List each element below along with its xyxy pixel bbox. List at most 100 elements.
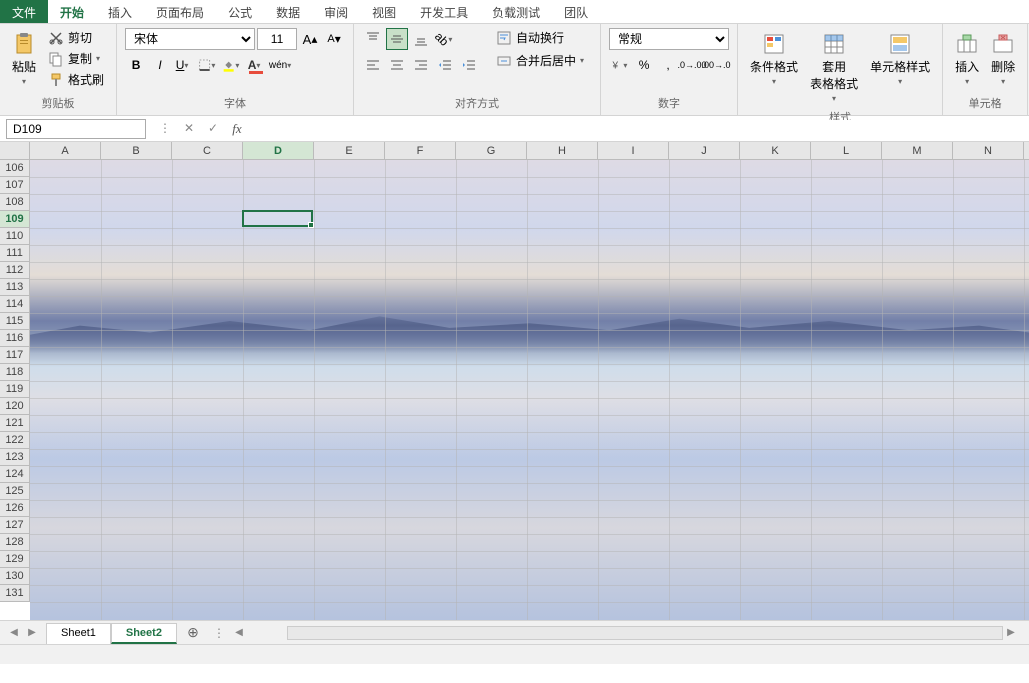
align-left-button[interactable] — [362, 54, 384, 76]
row-header-118[interactable]: 118 — [0, 364, 29, 381]
tab-view[interactable]: 视图 — [360, 0, 408, 23]
col-header-F[interactable]: F — [385, 142, 456, 159]
table-format-button[interactable]: 套用 表格格式▾ — [806, 28, 862, 107]
row-header-112[interactable]: 112 — [0, 262, 29, 279]
orientation-button[interactable]: ab▾ — [434, 28, 456, 50]
col-header-J[interactable]: J — [669, 142, 740, 159]
row-header-115[interactable]: 115 — [0, 313, 29, 330]
row-header-129[interactable]: 129 — [0, 551, 29, 568]
dropdown-icon[interactable]: ⋮ — [156, 121, 174, 137]
col-header-L[interactable]: L — [811, 142, 882, 159]
row-header-130[interactable]: 130 — [0, 568, 29, 585]
conditional-format-button[interactable]: 条件格式▾ — [746, 28, 802, 90]
format-painter-button[interactable]: 格式刷 — [44, 70, 108, 89]
copy-button[interactable]: 复制▾ — [44, 49, 108, 68]
tab-dev[interactable]: 开发工具 — [408, 0, 480, 23]
decrease-font-button[interactable]: A▾ — [323, 28, 345, 50]
col-header-I[interactable]: I — [598, 142, 669, 159]
col-header-M[interactable]: M — [882, 142, 953, 159]
comma-button[interactable]: , — [657, 54, 679, 76]
decrease-indent-button[interactable] — [434, 54, 456, 76]
spreadsheet-grid[interactable]: ABCDEFGHIJKLMN 1061071081091101111121131… — [0, 142, 1029, 620]
border-button[interactable]: ▾ — [197, 54, 219, 76]
tab-review[interactable]: 审阅 — [312, 0, 360, 23]
row-header-126[interactable]: 126 — [0, 500, 29, 517]
increase-decimal-button[interactable]: .0→.00 — [681, 54, 703, 76]
align-bottom-button[interactable] — [410, 28, 432, 50]
tab-team[interactable]: 团队 — [552, 0, 600, 23]
col-header-K[interactable]: K — [740, 142, 811, 159]
cut-button[interactable]: 剪切 — [44, 28, 108, 47]
row-header-127[interactable]: 127 — [0, 517, 29, 534]
tab-data[interactable]: 数据 — [264, 0, 312, 23]
wrap-text-button[interactable]: 自动换行 — [492, 28, 592, 47]
tab-home[interactable]: 开始 — [48, 0, 96, 23]
add-sheet-button[interactable]: ⊕ — [183, 624, 203, 641]
col-header-A[interactable]: A — [30, 142, 101, 159]
number-format-select[interactable]: 常规 — [609, 28, 729, 50]
sheet-nav-prev[interactable]: ◀ — [6, 627, 22, 638]
insert-cells-button[interactable]: 插入▾ — [951, 28, 983, 90]
row-header-120[interactable]: 120 — [0, 398, 29, 415]
row-header-125[interactable]: 125 — [0, 483, 29, 500]
col-header-B[interactable]: B — [101, 142, 172, 159]
cell-style-button[interactable]: 单元格样式▾ — [866, 28, 934, 90]
row-header-128[interactable]: 128 — [0, 534, 29, 551]
font-color-button[interactable]: A▾ — [245, 54, 267, 76]
tab-layout[interactable]: 页面布局 — [144, 0, 216, 23]
row-header-122[interactable]: 122 — [0, 432, 29, 449]
increase-font-button[interactable]: A▴ — [299, 28, 321, 50]
row-header-107[interactable]: 107 — [0, 177, 29, 194]
col-header-C[interactable]: C — [172, 142, 243, 159]
tab-insert[interactable]: 插入 — [96, 0, 144, 23]
select-all-corner[interactable] — [0, 142, 30, 160]
row-header-123[interactable]: 123 — [0, 449, 29, 466]
row-header-108[interactable]: 108 — [0, 194, 29, 211]
formula-bar[interactable] — [256, 120, 1029, 138]
col-header-G[interactable]: G — [456, 142, 527, 159]
row-header-117[interactable]: 117 — [0, 347, 29, 364]
row-header-111[interactable]: 111 — [0, 245, 29, 262]
col-header-N[interactable]: N — [953, 142, 1024, 159]
sheet-tab-sheet1[interactable]: Sheet1 — [46, 623, 111, 644]
delete-cells-button[interactable]: 删除▾ — [987, 28, 1019, 90]
fx-icon[interactable]: fx — [228, 121, 246, 137]
fill-handle[interactable] — [308, 222, 314, 228]
sheet-tab-sheet2[interactable]: Sheet2 — [111, 623, 177, 644]
row-header-110[interactable]: 110 — [0, 228, 29, 245]
row-header-119[interactable]: 119 — [0, 381, 29, 398]
pinyin-button[interactable]: wén▾ — [269, 54, 291, 76]
cancel-formula-button[interactable]: ✕ — [180, 121, 198, 137]
row-header-124[interactable]: 124 — [0, 466, 29, 483]
paste-button[interactable]: 粘贴 ▾ — [8, 28, 40, 90]
tab-file[interactable]: 文件 — [0, 0, 48, 23]
decrease-decimal-button[interactable]: .00→.0 — [705, 54, 727, 76]
percent-button[interactable]: % — [633, 54, 655, 76]
row-header-109[interactable]: 109 — [0, 211, 29, 228]
col-header-D[interactable]: D — [243, 142, 314, 159]
bold-button[interactable]: B — [125, 54, 147, 76]
font-name-select[interactable]: 宋体 — [125, 28, 255, 50]
increase-indent-button[interactable] — [458, 54, 480, 76]
row-header-131[interactable]: 131 — [0, 585, 29, 602]
sheet-nav-next[interactable]: ▶ — [24, 627, 40, 638]
italic-button[interactable]: I — [149, 54, 171, 76]
align-middle-button[interactable] — [386, 28, 408, 50]
name-box[interactable] — [6, 119, 146, 139]
align-right-button[interactable] — [410, 54, 432, 76]
row-header-121[interactable]: 121 — [0, 415, 29, 432]
row-header-114[interactable]: 114 — [0, 296, 29, 313]
row-header-113[interactable]: 113 — [0, 279, 29, 296]
merge-center-button[interactable]: 合并后居中▾ — [492, 51, 592, 70]
row-header-116[interactable]: 116 — [0, 330, 29, 347]
currency-button[interactable]: ¥▾ — [609, 54, 631, 76]
align-center-button[interactable] — [386, 54, 408, 76]
col-header-H[interactable]: H — [527, 142, 598, 159]
underline-button[interactable]: U▾ — [173, 54, 195, 76]
hscroll-track[interactable] — [287, 626, 1003, 640]
tab-formula[interactable]: 公式 — [216, 0, 264, 23]
tab-load[interactable]: 负载测试 — [480, 0, 552, 23]
hscroll-left[interactable]: ◀ — [231, 627, 247, 638]
row-header-106[interactable]: 106 — [0, 160, 29, 177]
fill-color-button[interactable]: ▾ — [221, 54, 243, 76]
